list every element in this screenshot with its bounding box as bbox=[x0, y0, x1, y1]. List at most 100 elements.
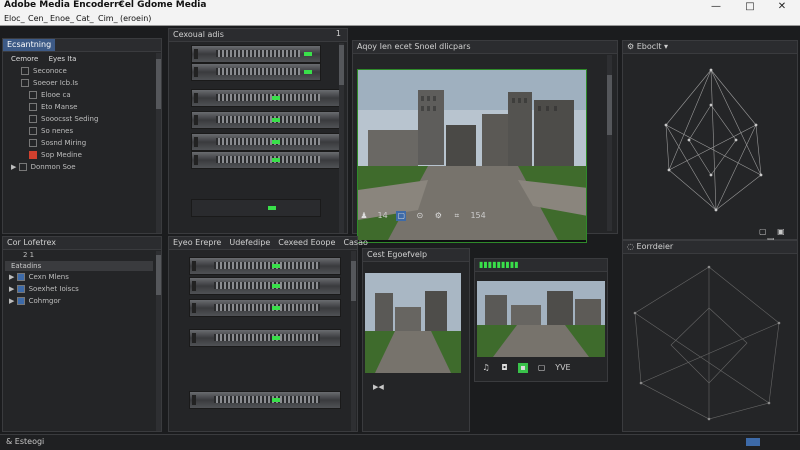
rack-unit bbox=[189, 329, 341, 347]
menu-item[interactable]: Cim_ bbox=[98, 14, 118, 23]
checkbox[interactable] bbox=[21, 79, 29, 87]
scrollbar[interactable] bbox=[156, 53, 161, 233]
menu-item[interactable]: Eloc_ bbox=[4, 14, 25, 23]
list-item[interactable]: Soeoer Icb.Is bbox=[21, 79, 78, 89]
square-icon[interactable]: ▢ bbox=[537, 363, 547, 373]
tab-project[interactable]: Ecsantning bbox=[3, 39, 56, 51]
mini-video-a[interactable] bbox=[365, 273, 461, 373]
scrollbar[interactable] bbox=[156, 251, 161, 431]
chevron-right-icon[interactable]: ▶ bbox=[9, 285, 17, 293]
scrollbar[interactable] bbox=[339, 43, 344, 233]
checkbox[interactable] bbox=[29, 115, 37, 123]
menu-item[interactable]: (eroein) bbox=[120, 14, 151, 23]
checkbox[interactable] bbox=[29, 103, 37, 111]
panel-header: Cor Lofetrex bbox=[3, 237, 161, 250]
list-item[interactable]: Sooocsst Seding bbox=[29, 115, 98, 125]
column-header[interactable]: Eyes Ita bbox=[49, 55, 77, 63]
checkbox[interactable] bbox=[29, 151, 37, 159]
tab-presets[interactable]: Udefedipe bbox=[225, 237, 274, 249]
tab-effects[interactable]: ⚙ Eboclt ▾ bbox=[623, 41, 672, 53]
chevron-right-icon[interactable]: ▶ bbox=[11, 163, 19, 171]
wireframe-graphic bbox=[664, 68, 763, 212]
chevron-right-icon[interactable]: ▶ bbox=[9, 273, 17, 281]
column-headers: Cemore Eyes Ita bbox=[11, 55, 76, 65]
filter-value[interactable]: 2 1 bbox=[23, 251, 34, 261]
new-icon[interactable]: ▢ bbox=[759, 227, 767, 236]
crop-icon[interactable]: ⌗ bbox=[452, 211, 462, 221]
tab-renderer[interactable]: ◌ Eorrdeier bbox=[623, 241, 677, 253]
rack-unit bbox=[191, 199, 321, 217]
preview-toolbar: ♟ 14 ▢ ⊙ ⚙ ⌗ 154 bbox=[359, 211, 486, 223]
effects-panel: ⚙ Eboclt ▾ ▢ ▣ ▤ bbox=[622, 40, 798, 245]
close-icon[interactable]: ✕ bbox=[772, 1, 792, 13]
status-indicator[interactable] bbox=[746, 438, 760, 446]
list-item[interactable]: ▶ Cohmgor bbox=[9, 297, 61, 307]
tab-export[interactable]: Cexeed Eoope bbox=[274, 237, 339, 249]
source-panel: Cexoual adis 1 bbox=[168, 28, 348, 234]
column-header[interactable]: Cemore bbox=[11, 55, 38, 63]
tab-queue[interactable]: Eyeo Erepre bbox=[169, 237, 225, 249]
maximize-icon[interactable]: □ bbox=[740, 1, 760, 13]
menu-item[interactable]: Enoe_ bbox=[50, 14, 74, 23]
rack-unit bbox=[191, 89, 341, 107]
mini-preview-b: ▮▮▮▮▮▮▮▮▮ ♫ ◘ ▪ ▢ YVE bbox=[474, 258, 608, 382]
folder-icon[interactable]: ▣ bbox=[777, 227, 785, 236]
green-tool-icon[interactable]: ▪ bbox=[518, 363, 529, 373]
list-item[interactable]: ▶ Soexhet Ioiscs bbox=[9, 285, 79, 295]
status-text: & Esteogi bbox=[6, 437, 45, 446]
scrollbar[interactable] bbox=[607, 55, 612, 231]
rack-unit bbox=[191, 45, 321, 63]
settings-icon[interactable]: ⚙ bbox=[433, 211, 443, 221]
list-item[interactable]: So nenes bbox=[29, 127, 73, 137]
checkbox[interactable] bbox=[29, 127, 37, 135]
scene-image bbox=[477, 281, 605, 357]
list-item[interactable]: Sop Medine bbox=[29, 151, 82, 161]
menu-item[interactable]: Cen_ bbox=[28, 14, 48, 23]
tab-metadata[interactable]: Cor Lofetrex bbox=[3, 237, 60, 249]
camera-icon[interactable]: ◘ bbox=[500, 363, 510, 373]
tab-mini-a[interactable]: Cest Egoefvelp bbox=[363, 249, 431, 261]
group-header[interactable]: Eatadins bbox=[5, 261, 153, 271]
mini-toolbar: ▶◀ bbox=[373, 383, 384, 391]
eyedropper-icon[interactable]: ⊙ bbox=[415, 211, 425, 221]
tool-icon[interactable]: ♟ bbox=[359, 211, 369, 221]
menu-item[interactable]: Cat_ bbox=[76, 14, 94, 23]
audio-icon[interactable]: ♫ bbox=[481, 363, 491, 373]
play-icon[interactable]: ▶◀ bbox=[373, 383, 384, 391]
list-item[interactable]: Elooe ca bbox=[29, 91, 71, 101]
list-item[interactable]: ▶ Cexn Mlens bbox=[9, 273, 69, 283]
status-bar: & Esteogi bbox=[0, 434, 800, 450]
scene-image bbox=[365, 273, 461, 373]
checkbox[interactable] bbox=[18, 163, 27, 171]
mini-b-toolbar: ♫ ◘ ▪ ▢ YVE bbox=[481, 363, 571, 375]
blue-tool-icon[interactable]: ▢ bbox=[396, 211, 407, 221]
scrollbar[interactable] bbox=[351, 251, 356, 431]
list-item[interactable]: Seconoce bbox=[21, 67, 67, 77]
minimize-icon[interactable]: — bbox=[706, 1, 726, 13]
checkbox[interactable] bbox=[21, 67, 29, 75]
chevron-right-icon[interactable]: ▶ bbox=[9, 297, 17, 305]
tab-source[interactable]: Cexoual adis bbox=[169, 29, 228, 41]
panel-header: Cest Egoefvelp bbox=[363, 249, 469, 262]
tab-preview[interactable]: Aqoy Ien ecet Snoel dlicpars bbox=[353, 41, 475, 53]
mini-video-b[interactable] bbox=[477, 281, 605, 357]
toolbar-label: YVE bbox=[555, 363, 571, 372]
panel-header: Eyeo Erepre Udefedipe Cexeed Eoope Casao bbox=[169, 237, 368, 250]
list-item[interactable]: Sosnd Miring bbox=[29, 139, 86, 149]
toolbar-value: 14 bbox=[377, 211, 388, 220]
renderer-panel: ◌ Eorrdeier bbox=[622, 240, 798, 432]
window-titlebar: Adobe Media Encoderr€el Gdome Media — □ … bbox=[0, 0, 800, 14]
rack-unit bbox=[189, 277, 341, 295]
count-label: 1 bbox=[335, 29, 341, 38]
checkbox[interactable] bbox=[29, 91, 37, 99]
item-icon bbox=[16, 273, 25, 281]
rack-unit bbox=[191, 151, 341, 169]
gear-icon: ⚙ bbox=[627, 42, 637, 51]
list-item[interactable]: ▶ Donmon Soe bbox=[11, 163, 76, 173]
queue-panel: Eyeo Erepre Udefedipe Cexeed Eoope Casao bbox=[168, 236, 368, 432]
rack-unit bbox=[191, 111, 341, 129]
item-icon bbox=[16, 285, 25, 293]
list-item[interactable]: Eto Manse bbox=[29, 103, 77, 113]
checkbox[interactable] bbox=[29, 139, 37, 147]
mini-preview-a: Cest Egoefvelp ▶◀ bbox=[362, 248, 470, 432]
